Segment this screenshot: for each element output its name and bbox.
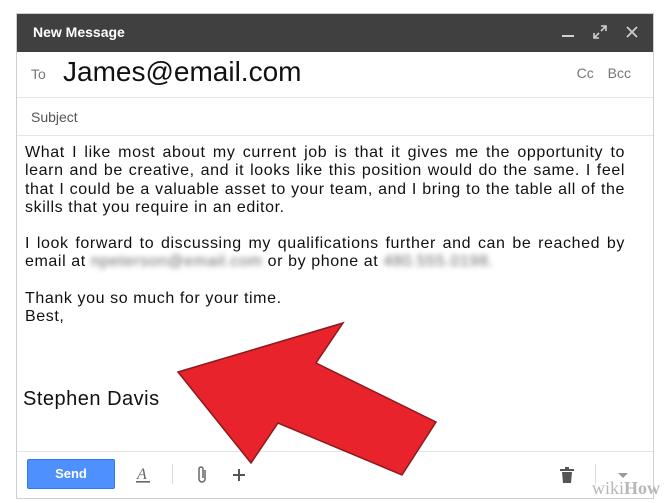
window-controls [559, 22, 641, 42]
body-paragraph-2: I look forward to discussing my qualific… [25, 235, 625, 272]
watermark-how: How [624, 478, 660, 498]
thanks-line: Thank you so much for your time. [25, 289, 282, 307]
to-label: To [31, 66, 46, 82]
to-row[interactable]: To James@email.com Cc Bcc [17, 52, 653, 98]
watermark-wiki: wiki [591, 478, 624, 498]
insert-plus-icon[interactable] [229, 464, 249, 486]
send-button[interactable]: Send [27, 459, 115, 489]
signature: Stephen Davis [23, 388, 160, 410]
bcc-link[interactable]: Bcc [608, 65, 631, 81]
closing-line: Best, [25, 308, 65, 326]
subject-field[interactable]: Subject [31, 109, 78, 125]
compose-window: New Message To James@email.com Cc Bcc Su… [16, 13, 654, 499]
trash-icon[interactable] [557, 464, 577, 486]
body-paragraph-1: What I like most about my current job is… [25, 144, 625, 216]
redacted-email: npeterson@email.com [90, 253, 263, 271]
text-format-icon[interactable]: A [133, 464, 153, 486]
body-paragraph-2-middle: or by phone at [267, 253, 379, 271]
redacted-phone: 480.555.0198. [383, 253, 494, 271]
compose-titlebar[interactable]: New Message [17, 14, 653, 52]
svg-text:A: A [136, 466, 147, 483]
subject-row[interactable]: Subject [17, 98, 653, 136]
cc-bcc-links: Cc Bcc [567, 65, 631, 81]
wikihow-watermark: wikiHow [592, 478, 660, 499]
compose-toolbar: Send A [17, 451, 653, 498]
minimize-icon[interactable] [559, 22, 577, 42]
expand-icon[interactable] [591, 22, 609, 42]
attach-icon[interactable] [193, 464, 213, 486]
message-body[interactable]: What I like most about my current job is… [25, 144, 625, 326]
window-title: New Message [33, 24, 125, 40]
to-recipient[interactable]: James@email.com [63, 56, 301, 88]
toolbar-divider [172, 464, 173, 484]
cc-link[interactable]: Cc [577, 65, 594, 81]
close-icon[interactable] [623, 22, 641, 42]
